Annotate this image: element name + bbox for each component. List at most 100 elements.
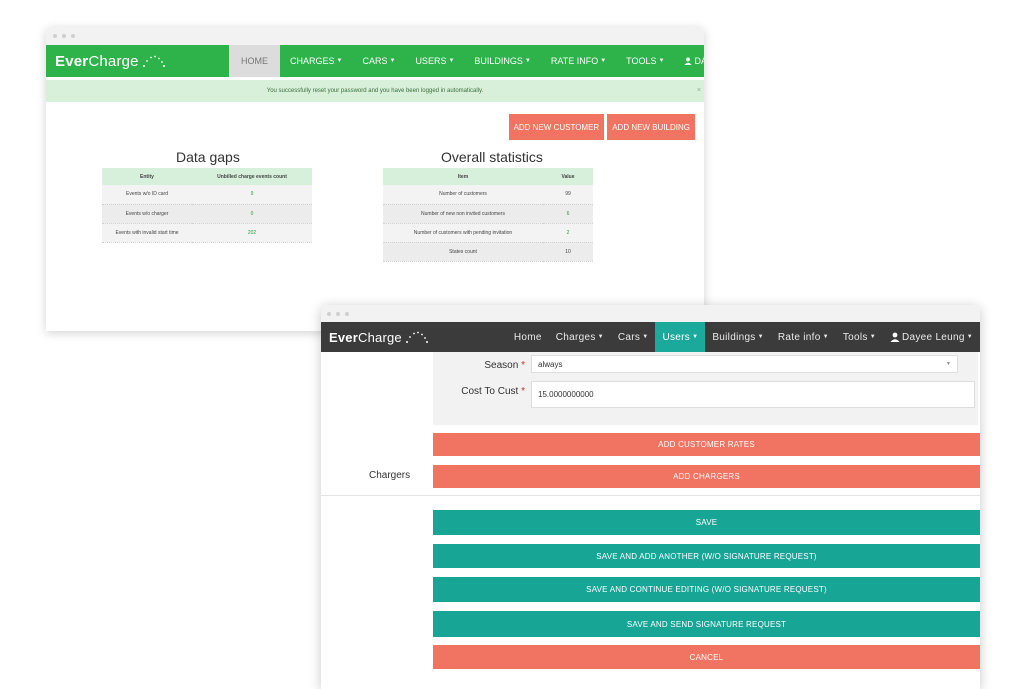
table-row: Number of customers with pending invitat… (383, 223, 593, 243)
window-chrome (321, 305, 980, 322)
nav-users[interactable]: USERS ▼ (405, 45, 464, 77)
add-new-building-button[interactable]: ADD NEW BUILDING (607, 114, 695, 140)
nav-user-menu[interactable]: Dayee Leung ▼ (883, 322, 980, 352)
table-cell: 9 (192, 185, 312, 205)
caret-down-icon: ▼ (869, 334, 876, 340)
nav-label: RATE INFO (550, 56, 599, 66)
nav-label: Home (513, 331, 542, 343)
caret-down-icon: ▼ (757, 334, 764, 340)
brand-regular: Charge (88, 52, 139, 70)
close-icon[interactable]: × (697, 87, 701, 94)
caret-down-icon: ▼ (822, 334, 829, 340)
nav-home[interactable]: HOME (229, 45, 280, 77)
brand-bold: Ever (55, 52, 89, 70)
nav-label: CHARGES (290, 56, 335, 66)
nav-tools[interactable]: Tools ▼ (836, 322, 883, 352)
window-dot (345, 311, 349, 316)
brand-logo[interactable]: Ever Charge (321, 330, 429, 345)
table-cell: Events w/o ID card (102, 185, 192, 205)
column-header: Value (543, 168, 593, 185)
table-cell: Number of customers (383, 185, 543, 205)
nav-label: BUILDINGS (474, 56, 523, 66)
save-and-add-another-button[interactable]: SAVE AND ADD ANOTHER (W/O SIGNATURE REQU… (433, 544, 980, 568)
alert-text: You successfully reset your password and… (266, 88, 484, 94)
brand-bold: Ever (329, 329, 358, 345)
nav-buildings[interactable]: BUILDINGS ▼ (464, 45, 540, 77)
table-row: Events w/o charger 0 (102, 204, 312, 224)
main-menu: HOME CHARGES ▼ CARS ▼ USERS ▼ BUILDINGS ▼ RA… (229, 45, 704, 77)
column-header: Entity (102, 168, 192, 185)
table-row: States count 10 (383, 242, 593, 262)
save-and-send-signature-button[interactable]: SAVE AND SEND SIGNATURE REQUEST (433, 611, 980, 637)
admin-dashboard-window: Ever Charge HOME CHARGES ▼ CARS ▼ USERS ▼ BU… (46, 27, 704, 331)
nav-label: TOOLS (626, 56, 657, 66)
cost-to-cust-input[interactable] (531, 381, 975, 408)
count-link[interactable]: 6 (567, 211, 570, 217)
add-customer-rates-button[interactable]: ADD CUSTOMER RATES (433, 433, 980, 456)
caret-down-icon: ▼ (336, 58, 343, 64)
nav-label: CARS (362, 56, 388, 66)
caret-down-icon: ▼ (642, 334, 649, 340)
table-row: Number of customers 99 (383, 185, 593, 205)
window-dot (53, 34, 57, 38)
window-dot (62, 34, 66, 38)
cost-to-cust-label: Cost To Cust * (435, 386, 525, 397)
user-icon (890, 332, 900, 342)
table-cell: Number of new non invited customers (383, 204, 543, 224)
caret-down-icon: ▼ (692, 334, 699, 340)
table-cell: 202 (192, 223, 312, 243)
nav-cars[interactable]: CARS ▼ (352, 45, 405, 77)
nav-users[interactable]: Users ▼ (655, 322, 706, 352)
save-button[interactable]: SAVE (433, 510, 980, 535)
column-header: Item (383, 168, 543, 185)
caret-down-icon: ▼ (389, 58, 396, 64)
nav-label: Cars (617, 331, 641, 343)
table-row: Number of new non invited customers 6 (383, 204, 593, 224)
count-link[interactable]: 2 (567, 230, 570, 236)
selected-value: always (538, 360, 563, 369)
caret-down-icon: ▼ (658, 58, 665, 64)
table-row: Events with invalid start time 202 (102, 223, 312, 243)
caret-down-icon: ▼ (448, 58, 455, 64)
user-icon (684, 57, 693, 65)
nav-cars[interactable]: Cars ▼ (611, 322, 656, 352)
nav-charges[interactable]: Charges ▼ (549, 322, 611, 352)
cancel-button[interactable]: CANCEL (433, 645, 980, 669)
column-header: Unbilled charge events count (192, 168, 312, 185)
nav-buildings[interactable]: Buildings ▼ (705, 322, 771, 352)
charge-arc-icon (142, 55, 165, 67)
brand-logo[interactable]: Ever Charge (46, 53, 166, 70)
top-navbar: Ever Charge Home Charges ▼ Cars ▼ Users ▼ Bu… (321, 322, 980, 352)
brand-regular: Charge (358, 329, 402, 345)
caret-down-icon: ▼ (966, 334, 973, 340)
season-select[interactable]: always ▼ (531, 355, 958, 373)
add-new-customer-button[interactable]: ADD NEW CUSTOMER (508, 114, 605, 140)
season-label: Season * (463, 360, 525, 371)
required-mark: * (521, 386, 525, 397)
count-link[interactable]: 202 (248, 230, 256, 236)
nav-tools[interactable]: TOOLS ▼ (616, 45, 674, 77)
nav-charges[interactable]: CHARGES ▼ (280, 45, 352, 77)
top-navbar: Ever Charge HOME CHARGES ▼ CARS ▼ USERS ▼ BU… (46, 45, 704, 77)
overall-statistics-title: Overall statistics (441, 149, 543, 165)
add-chargers-button[interactable]: ADD CHARGERS (433, 465, 980, 488)
table-cell: Events w/o charger (102, 204, 192, 224)
caret-down-icon: ▼ (600, 58, 607, 64)
table-cell: 2 (543, 223, 593, 243)
table-cell: States count (383, 242, 543, 262)
nav-home[interactable]: Home (507, 322, 549, 352)
section-divider (321, 495, 980, 496)
count-link[interactable]: 9 (251, 191, 254, 197)
save-and-continue-editing-button[interactable]: SAVE AND CONTINUE EDITING (W/O SIGNATURE… (433, 577, 980, 602)
table-cell: 99 (543, 185, 593, 205)
table-cell: Number of customers with pending invitat… (383, 223, 543, 243)
nav-rate-info[interactable]: Rate info ▼ (771, 322, 836, 352)
chevron-down-icon: ▼ (946, 361, 951, 367)
user-name: Dayee Leung (901, 331, 965, 343)
window-dot (327, 311, 331, 316)
table-cell: 0 (192, 204, 312, 224)
nav-rate-info[interactable]: RATE INFO ▼ (541, 45, 616, 77)
nav-user-menu[interactable]: DAYEE LEUNG▼ (674, 45, 704, 77)
count-link[interactable]: 0 (251, 211, 254, 217)
table-row: Events w/o ID card 9 (102, 185, 312, 205)
